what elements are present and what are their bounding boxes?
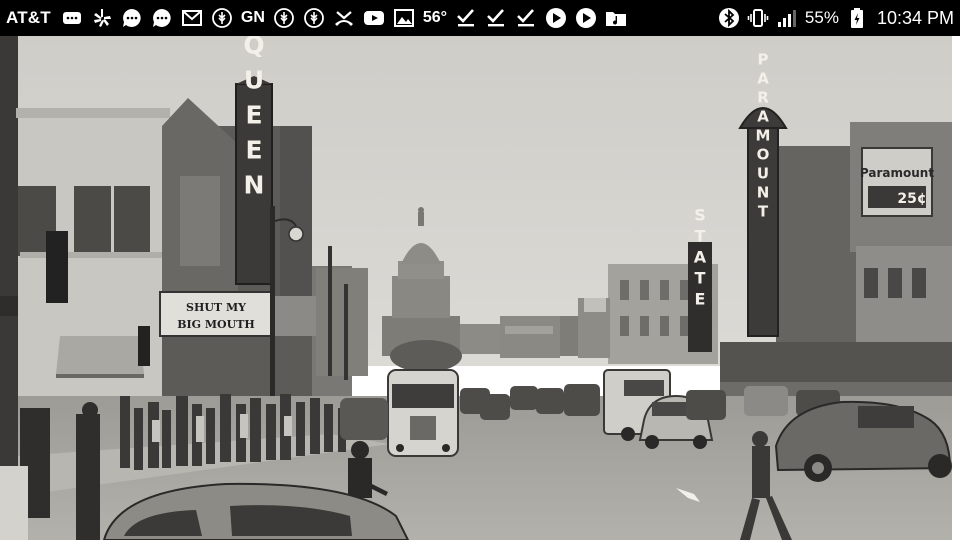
signal-icon bbox=[776, 7, 798, 29]
status-bar: AT&T GN 56° 55% 10:34 PM bbox=[0, 0, 960, 36]
marquee-line1: SHUT MY bbox=[186, 301, 246, 314]
check-icon bbox=[485, 7, 507, 29]
check-icon bbox=[455, 7, 477, 29]
play-icon bbox=[545, 7, 567, 29]
billboard-brand: Paramount bbox=[860, 166, 934, 180]
queen-vertical-sign: QUEEN bbox=[235, 36, 273, 285]
wheat-icon bbox=[273, 7, 295, 29]
play-icon bbox=[575, 7, 597, 29]
yelp-icon bbox=[91, 7, 113, 29]
missed-call-icon bbox=[333, 7, 355, 29]
queen-sign-text: QUEEN bbox=[240, 36, 269, 206]
weather-temperature: 56° bbox=[422, 9, 448, 26]
youtube-icon bbox=[363, 7, 385, 29]
chat-icon bbox=[121, 7, 143, 29]
marquee-line2: BIG MOUTH bbox=[177, 318, 255, 331]
state-sign-text: STATE bbox=[691, 206, 710, 311]
battery-icon bbox=[846, 7, 868, 29]
photo-viewer[interactable]: QUEEN SHUT MY BIG MOUTH STATE Paramount … bbox=[0, 36, 960, 540]
chat-icon bbox=[151, 7, 173, 29]
bus bbox=[387, 369, 459, 457]
check-icon bbox=[515, 7, 537, 29]
system-tray[interactable]: 55% 10:34 PM bbox=[718, 7, 954, 29]
battery-percent: 55% bbox=[804, 8, 839, 27]
paramount-sign-text: PARAMOUNT bbox=[754, 51, 772, 222]
wheat-icon bbox=[303, 7, 325, 29]
gmail-icon bbox=[181, 7, 203, 29]
music-folder-icon bbox=[605, 7, 627, 29]
notification-area[interactable]: AT&T GN 56° bbox=[6, 7, 718, 29]
state-vertical-sign: STATE bbox=[688, 206, 712, 352]
message-icon bbox=[61, 7, 83, 29]
paramount-billboard: Paramount 25¢ bbox=[860, 147, 934, 217]
billboard-price: 25¢ bbox=[897, 191, 926, 207]
historic-street-photo[interactable]: QUEEN SHUT MY BIG MOUTH STATE Paramount … bbox=[0, 36, 960, 540]
vibrate-icon bbox=[747, 7, 769, 29]
carrier-label: AT&T bbox=[6, 8, 51, 27]
news-label: GN bbox=[240, 9, 265, 26]
bluetooth-icon bbox=[718, 7, 740, 29]
image-icon bbox=[393, 7, 415, 29]
queen-marquee: SHUT MY BIG MOUTH bbox=[159, 291, 322, 337]
clock: 10:34 PM bbox=[876, 7, 954, 28]
wheat-icon bbox=[211, 7, 233, 29]
